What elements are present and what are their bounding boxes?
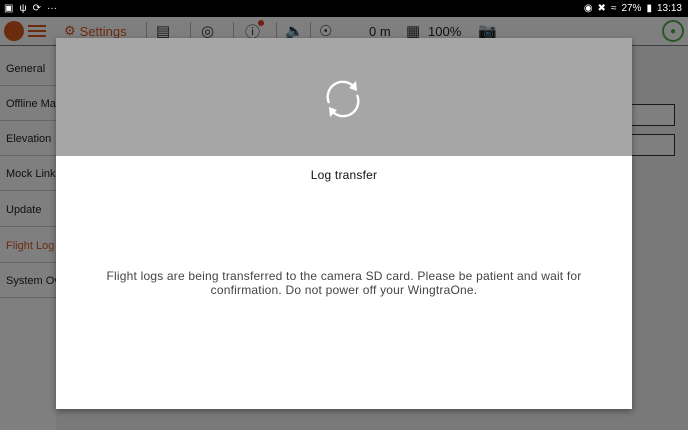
usb-icon: ψ bbox=[19, 3, 27, 14]
dialog-message: Flight logs are being transferred to the… bbox=[106, 269, 582, 297]
dialog-header bbox=[56, 38, 632, 156]
clock: 13:13 bbox=[656, 3, 682, 14]
dialog-title: Log transfer bbox=[310, 168, 378, 182]
refresh-spinner-icon bbox=[326, 80, 360, 118]
log-transfer-dialog: Log transfer Flight logs are being trans… bbox=[56, 38, 632, 409]
system-status-bar: ▣ ψ ⟳ ··· ◉ ✖ ≈ 27% ▮ 13:13 bbox=[0, 0, 688, 17]
image-icon: ▣ bbox=[4, 3, 14, 14]
sync-icon: ⟳ bbox=[32, 3, 41, 14]
mute-icon: ✖ bbox=[597, 3, 606, 14]
more-icon: ··· bbox=[46, 3, 57, 14]
battery-icon: ▮ bbox=[646, 3, 652, 14]
wifi-icon: ≈ bbox=[610, 3, 617, 14]
location-icon: ◉ bbox=[583, 3, 593, 14]
battery-percent: 27% bbox=[621, 3, 642, 14]
